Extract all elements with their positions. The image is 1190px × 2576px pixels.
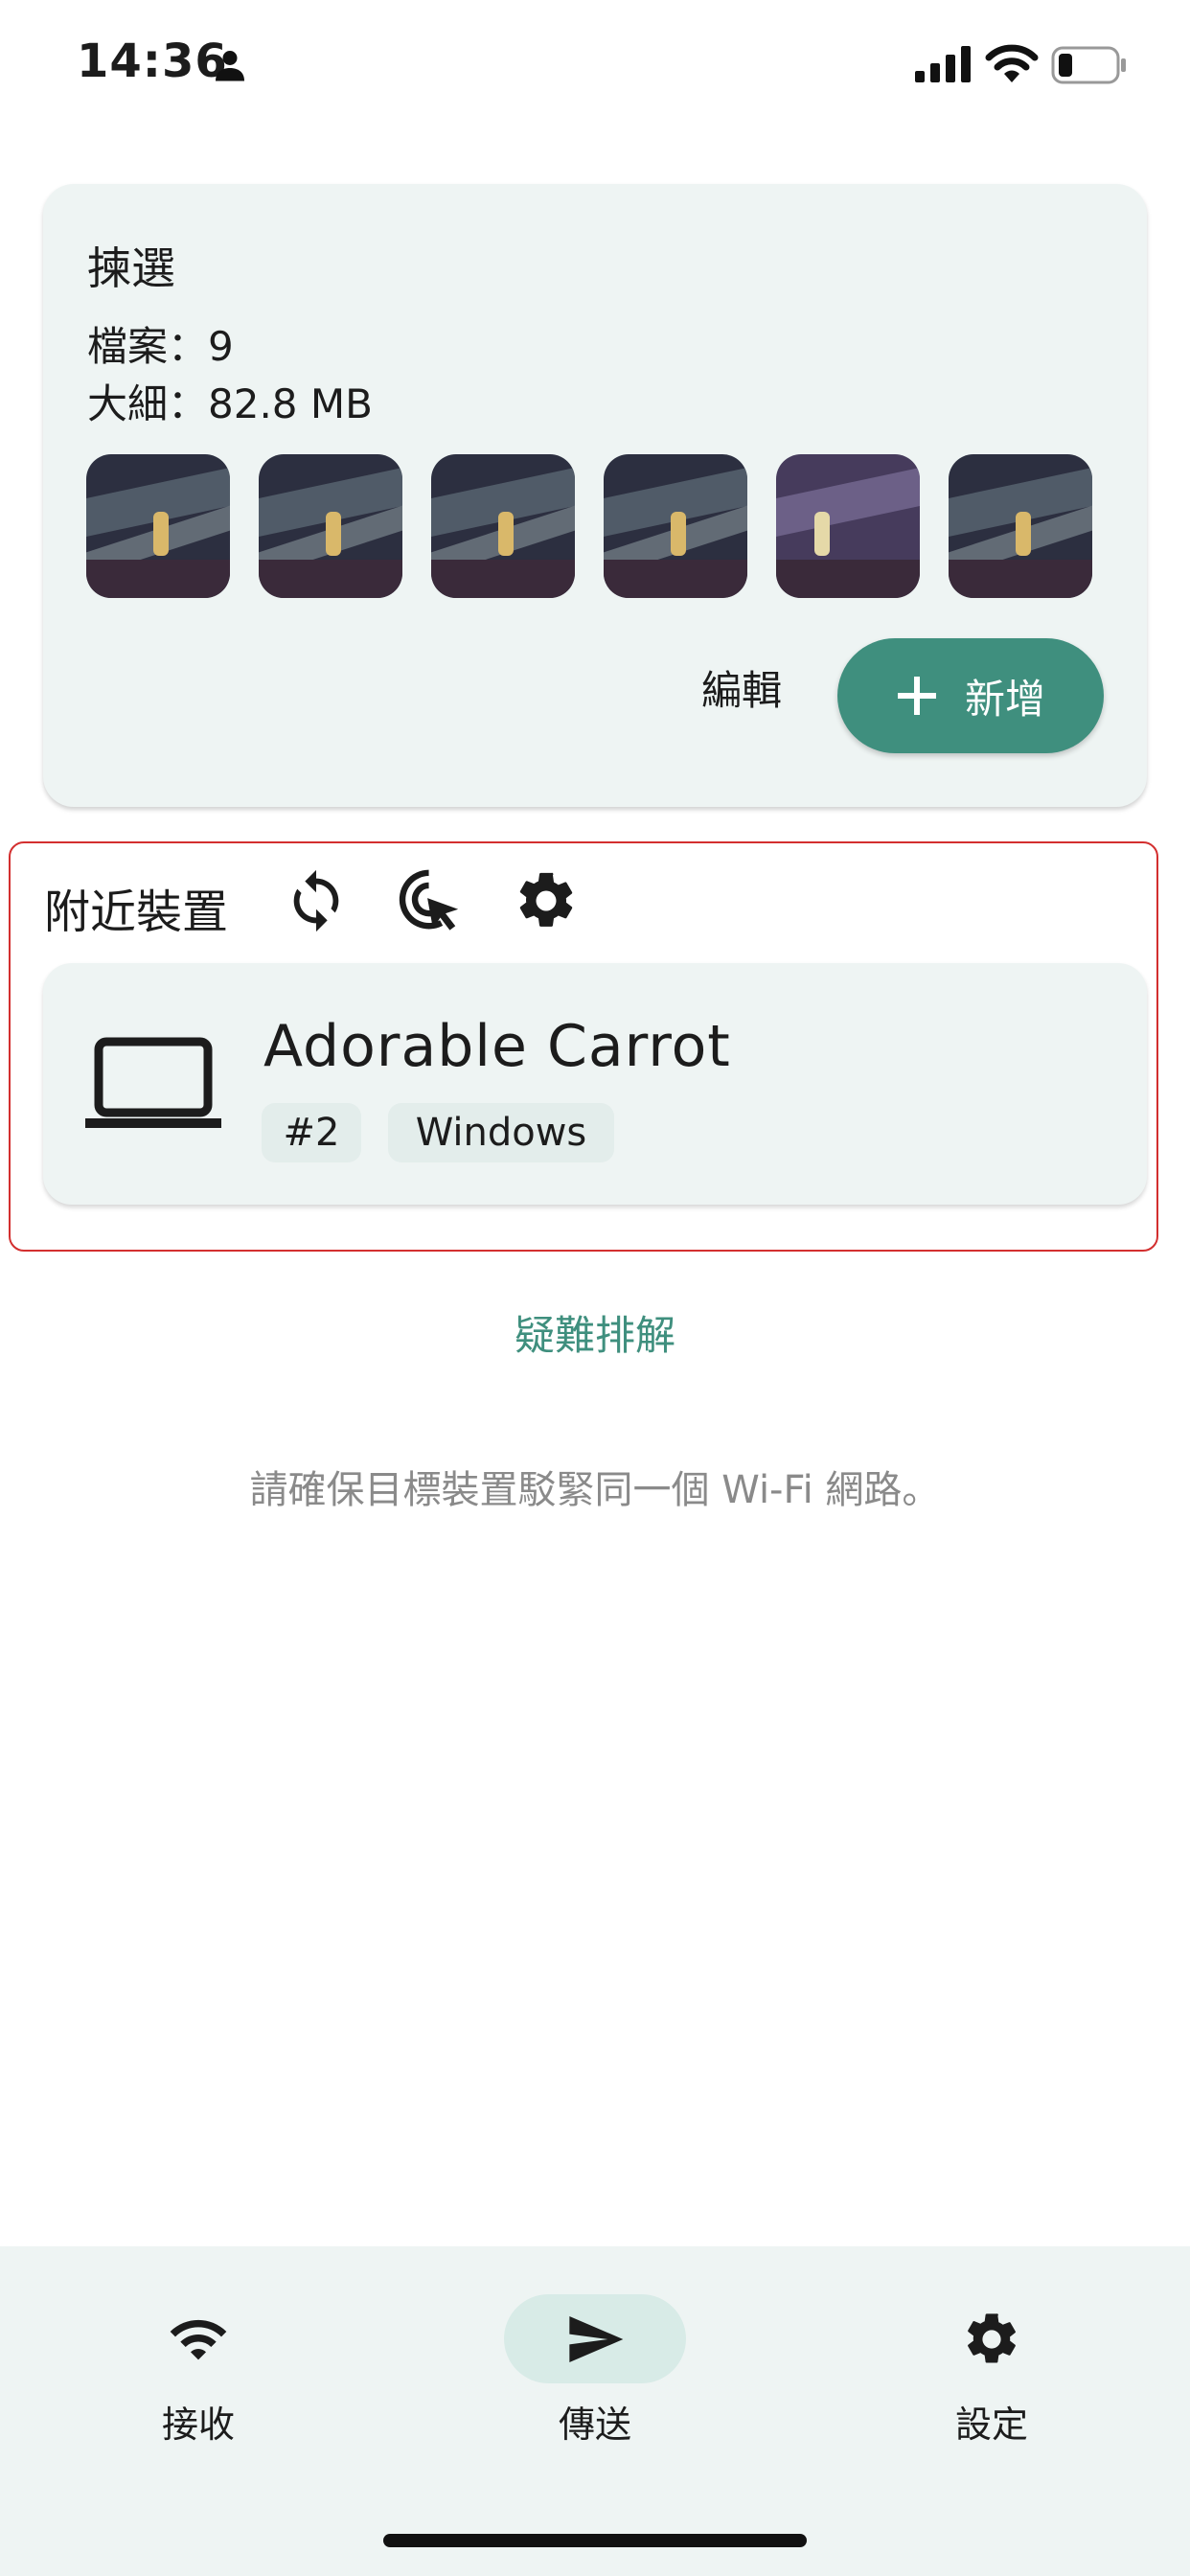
wifi-hint-text: 請確保目標裝置駁緊同一個 Wi-Fi 網路。	[249, 1468, 941, 1512]
cellular-signal-icon	[915, 46, 971, 82]
file-thumbnail[interactable]	[776, 454, 920, 598]
selection-total-size: 大細：82.8 MB	[87, 380, 373, 427]
wifi-status-icon	[985, 44, 1039, 82]
nav-settings[interactable]: 設定	[896, 2294, 1087, 2448]
nav-send[interactable]: 傳送	[499, 2294, 691, 2448]
nav-send-icon-pill	[504, 2294, 686, 2383]
add-button[interactable]: 新增	[837, 638, 1104, 753]
send-icon	[569, 2315, 624, 2362]
file-thumbnail[interactable]	[86, 454, 230, 598]
selection-title: 揀選	[87, 242, 175, 294]
laptop-icon	[85, 1037, 221, 1128]
file-thumbnail[interactable]	[604, 454, 747, 598]
selection-card: 揀選 檔案：9 大細：82.8 MB 編輯 新增	[43, 184, 1147, 807]
file-thumbnail[interactable]	[259, 454, 402, 598]
gear-icon[interactable]	[513, 867, 580, 934]
home-indicator[interactable]	[383, 2534, 807, 2547]
thumbnail-strip	[86, 454, 1092, 598]
bottom-navigation: 接收 傳送 設定	[0, 2246, 1190, 2576]
edit-button[interactable]: 編輯	[660, 644, 823, 730]
wifi-icon	[170, 2319, 227, 2359]
nav-receive[interactable]: 接收	[103, 2294, 294, 2448]
refresh-icon[interactable]	[283, 867, 350, 934]
settings-gear-icon	[968, 2312, 1016, 2363]
status-bar: 14:36	[0, 0, 1190, 134]
nav-send-label: 傳送	[558, 2404, 631, 2446]
battery-icon	[1051, 46, 1126, 84]
add-button-label: 新增	[964, 675, 1045, 723]
device-card[interactable]: Adorable Carrot #2 Windows	[43, 963, 1147, 1205]
target-cursor-icon[interactable]	[397, 867, 464, 934]
selection-file-count: 檔案：9	[87, 323, 234, 370]
nav-receive-icon-pill	[107, 2294, 289, 2383]
file-thumbnail[interactable]	[949, 454, 1092, 598]
nearby-devices-title: 附近裝置	[44, 886, 229, 939]
troubleshoot-link[interactable]: 疑難排解	[0, 1303, 1190, 1362]
device-name: Adorable Carrot	[263, 1013, 731, 1080]
device-number-badge: #2	[262, 1103, 361, 1162]
nav-settings-label: 設定	[954, 2404, 1028, 2446]
nav-settings-icon-pill	[901, 2294, 1083, 2383]
nav-receive-label: 接收	[161, 2404, 235, 2446]
status-time: 14:36	[77, 34, 228, 88]
device-os-badge: Windows	[388, 1103, 614, 1162]
person-icon	[216, 51, 244, 81]
plus-icon	[897, 677, 936, 715]
file-thumbnail[interactable]	[431, 454, 575, 598]
